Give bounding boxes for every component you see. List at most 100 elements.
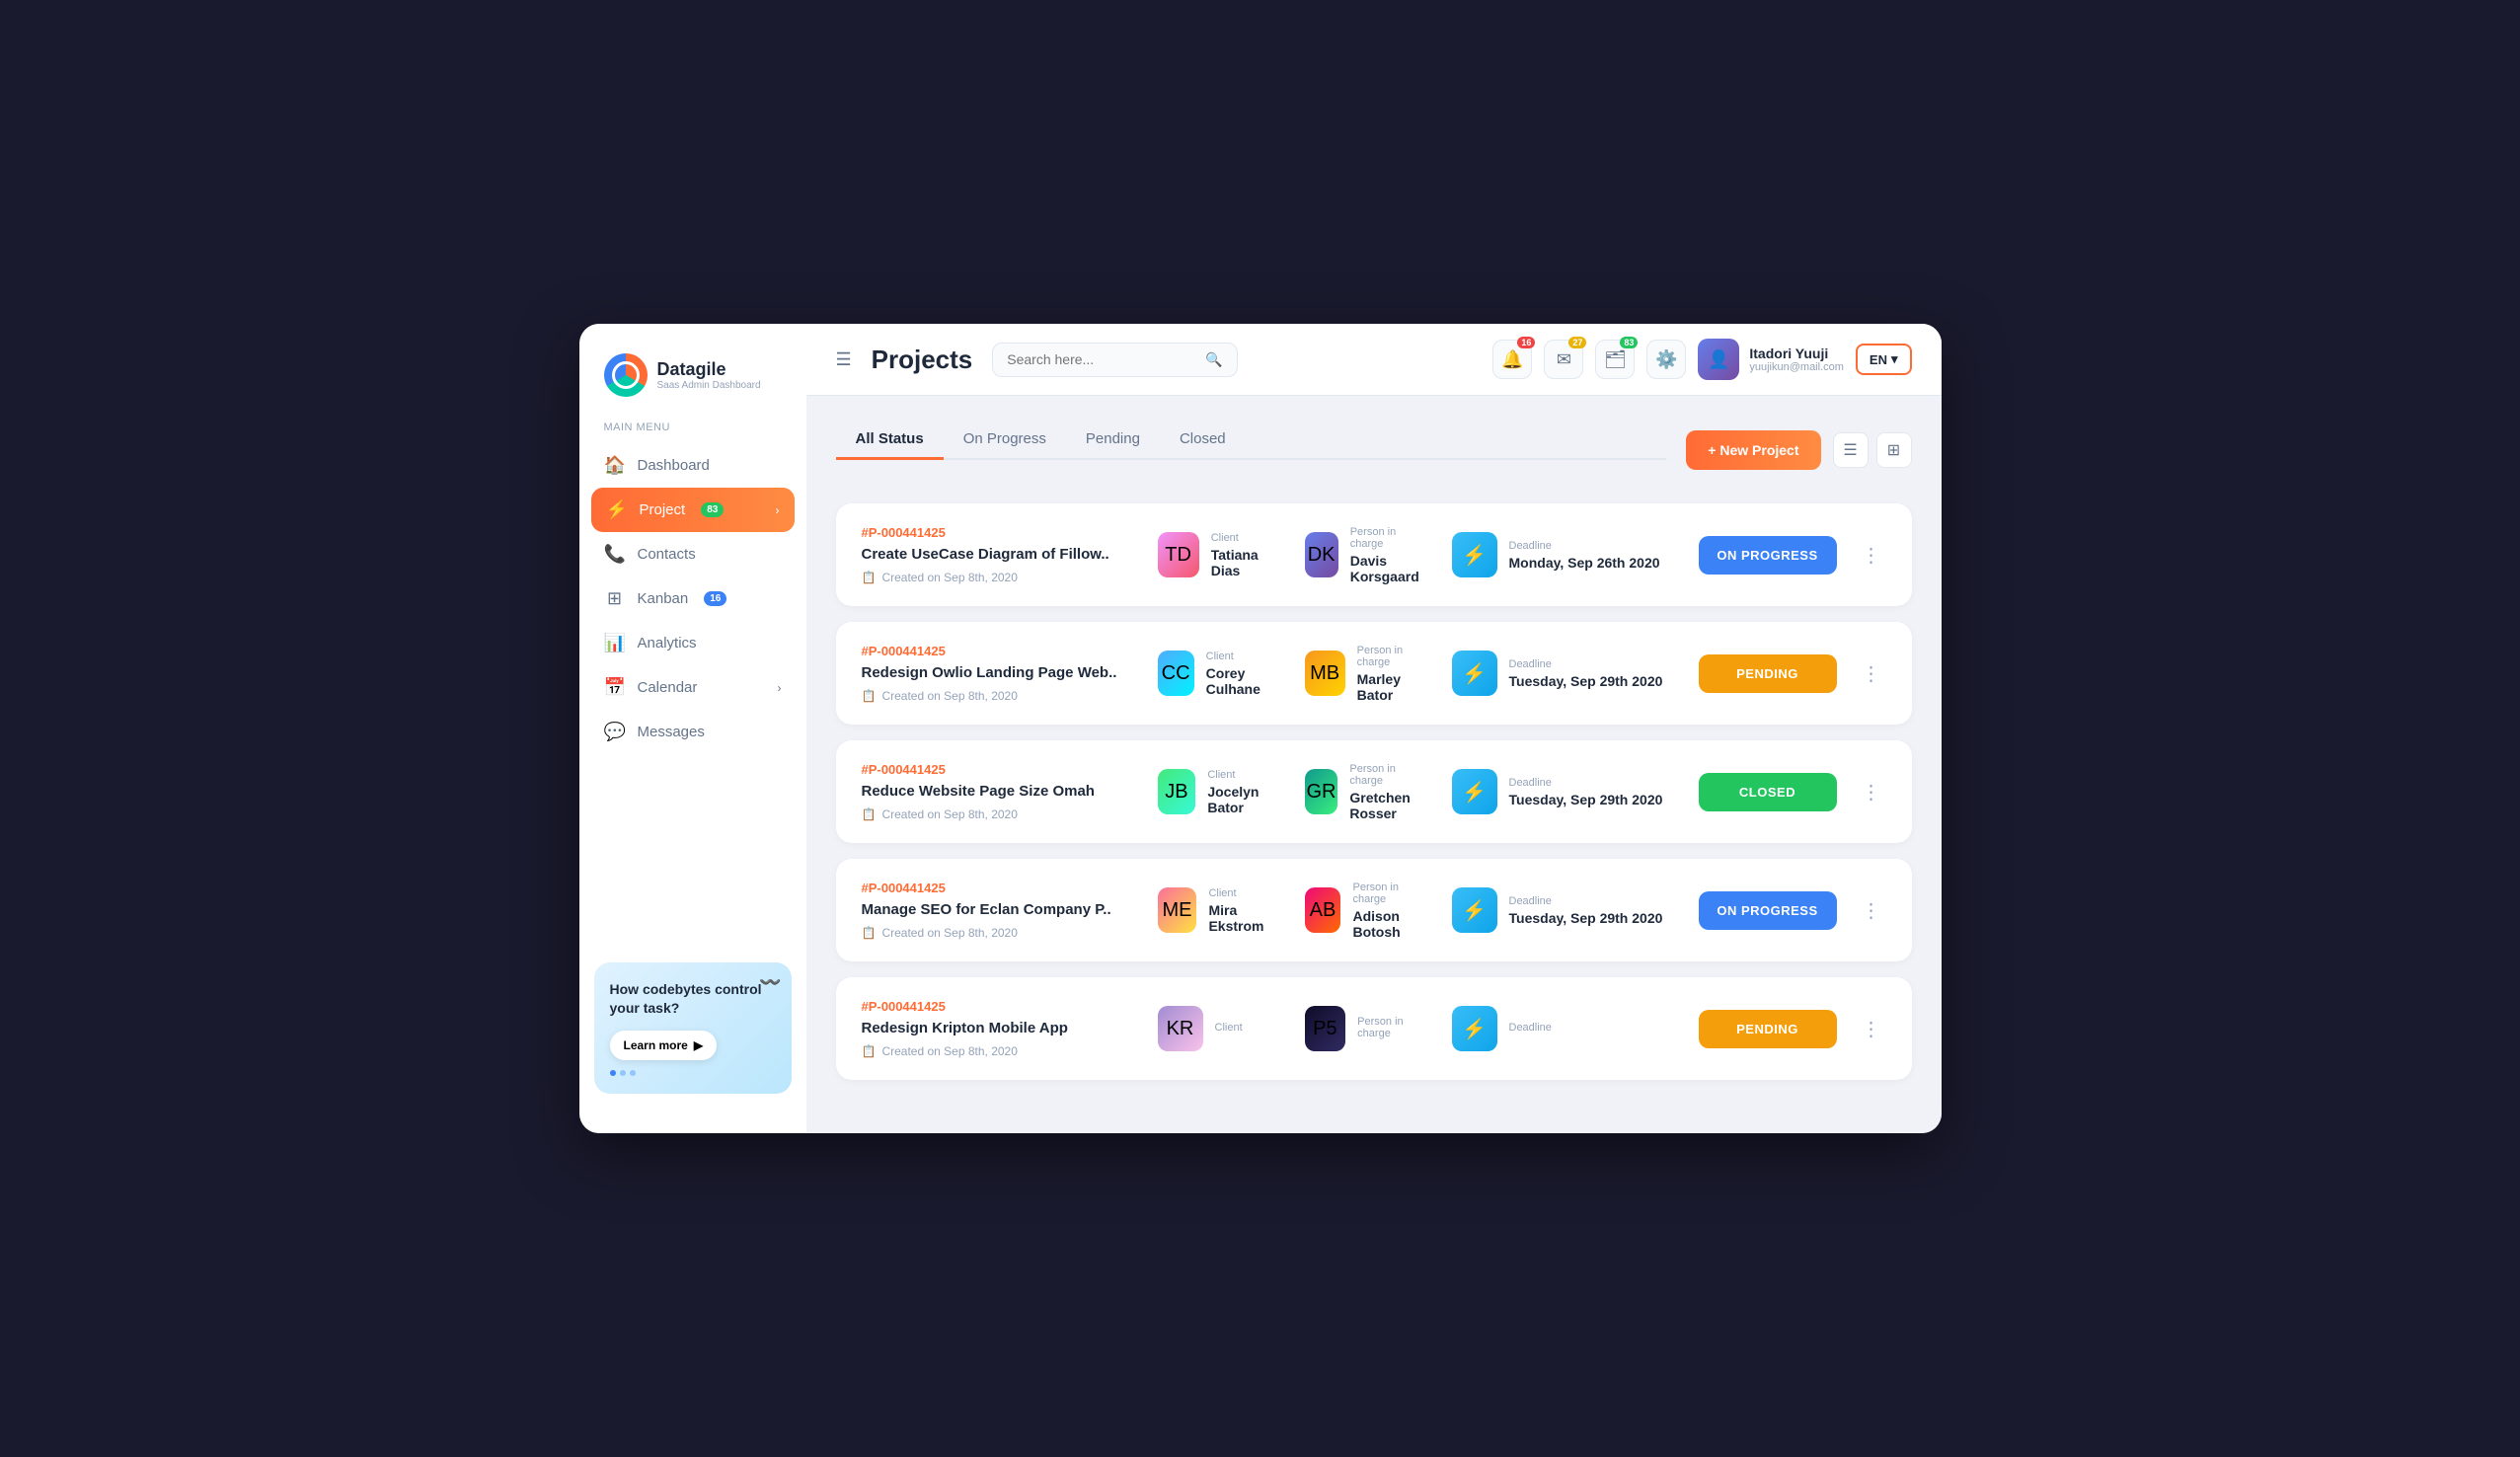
status-button[interactable]: ON PROGRESS bbox=[1699, 891, 1837, 930]
hamburger-icon[interactable]: ☰ bbox=[836, 349, 852, 370]
sidebar-item-kanban[interactable]: ⊞ Kanban 16 bbox=[579, 576, 806, 621]
sidebar-logo: Datagile Saas Admin Dashboard bbox=[579, 344, 806, 417]
sidebar-item-dashboard[interactable]: 🏠 Dashboard bbox=[579, 443, 806, 488]
sidebar-item-label: Calendar bbox=[638, 679, 698, 696]
client-section: KR Client bbox=[1158, 1006, 1285, 1051]
client-name: Corey Culhane bbox=[1206, 665, 1285, 697]
client-label: Client bbox=[1206, 651, 1285, 662]
calendar-icon: 📅 bbox=[604, 677, 626, 698]
learn-more-button[interactable]: Learn more ▶ bbox=[610, 1031, 718, 1060]
person-label: Person in charge bbox=[1349, 763, 1431, 787]
person-section: GR Person in charge Gretchen Rosser bbox=[1305, 763, 1432, 821]
deadline-details: Deadline Tuesday, Sep 29th 2020 bbox=[1509, 895, 1663, 926]
status-button[interactable]: CLOSED bbox=[1699, 773, 1837, 811]
sidebar-item-calendar[interactable]: 📅 Calendar › bbox=[579, 665, 806, 710]
more-options-button[interactable]: ⋮ bbox=[1857, 777, 1886, 806]
tab-closed[interactable]: Closed bbox=[1160, 421, 1246, 460]
bell-badge: 16 bbox=[1517, 337, 1535, 348]
chevron-right-icon: › bbox=[776, 503, 780, 517]
project-info: #P-000441425 Redesign Owlio Landing Page… bbox=[862, 644, 1138, 703]
project-card: #P-000441425 Create UseCase Diagram of F… bbox=[836, 503, 1912, 606]
person-name: Marley Bator bbox=[1357, 671, 1432, 703]
tab-pending[interactable]: Pending bbox=[1066, 421, 1160, 460]
user-name: Itadori Yuuji bbox=[1749, 345, 1844, 361]
client-details: Client Corey Culhane bbox=[1206, 651, 1285, 697]
user-info: 👤 Itadori Yuuji yuujikun@mail.com bbox=[1698, 339, 1844, 380]
deadline-details: Deadline bbox=[1509, 1022, 1552, 1036]
client-name: Mira Ekstrom bbox=[1208, 902, 1284, 934]
calendar-icon: 📋 bbox=[862, 689, 877, 703]
tab-on-progress[interactable]: On Progress bbox=[944, 421, 1066, 460]
more-options-button[interactable]: ⋮ bbox=[1857, 540, 1886, 570]
new-project-button[interactable]: + New Project bbox=[1686, 430, 1820, 470]
more-options-button[interactable]: ⋮ bbox=[1857, 1014, 1886, 1043]
client-details: Client Tatiana Dias bbox=[1211, 532, 1285, 578]
status-button[interactable]: PENDING bbox=[1699, 1010, 1837, 1048]
lightning-icon: ⚡ bbox=[1452, 887, 1497, 933]
project-card: #P-000441425 Redesign Kripton Mobile App… bbox=[836, 977, 1912, 1080]
promo-dots bbox=[610, 1070, 776, 1076]
calendar-icon: 📋 bbox=[862, 926, 877, 940]
settings-button[interactable]: ⚙️ bbox=[1646, 340, 1686, 379]
search-icon: 🔍 bbox=[1205, 351, 1222, 368]
person-avatar: P5 bbox=[1305, 1006, 1346, 1051]
status-button[interactable]: PENDING bbox=[1699, 654, 1837, 693]
status-button[interactable]: ON PROGRESS bbox=[1699, 536, 1837, 575]
notification-bell-button[interactable]: 🔔 16 bbox=[1492, 340, 1532, 379]
person-avatar: GR bbox=[1305, 769, 1338, 814]
person-label: Person in charge bbox=[1352, 882, 1431, 905]
project-created: 📋 Created on Sep 8th, 2020 bbox=[862, 807, 1138, 821]
project-card: #P-000441425 Redesign Owlio Landing Page… bbox=[836, 622, 1912, 725]
client-avatar: TD bbox=[1158, 532, 1199, 577]
person-label: Person in charge bbox=[1357, 1016, 1431, 1039]
person-name: Davis Korsgaard bbox=[1350, 553, 1432, 584]
more-options-button[interactable]: ⋮ bbox=[1857, 658, 1886, 688]
search-input[interactable] bbox=[1007, 351, 1197, 367]
deadline-section: ⚡ Deadline Tuesday, Sep 29th 2020 bbox=[1452, 887, 1679, 933]
content-area: All Status On Progress Pending Closed + … bbox=[806, 396, 1942, 1133]
grid-view-button[interactable]: ⊞ bbox=[1876, 432, 1912, 468]
client-label: Client bbox=[1215, 1022, 1243, 1034]
person-section: MB Person in charge Marley Bator bbox=[1305, 645, 1432, 703]
person-section: P5 Person in charge bbox=[1305, 1006, 1432, 1051]
person-label: Person in charge bbox=[1357, 645, 1432, 668]
logo-text: Datagile bbox=[657, 359, 761, 380]
project-list: #P-000441425 Create UseCase Diagram of F… bbox=[836, 503, 1912, 1080]
sidebar-item-project[interactable]: ⚡ Project 83 › bbox=[591, 488, 795, 532]
client-section: CC Client Corey Culhane bbox=[1158, 651, 1285, 697]
sidebar-item-contacts[interactable]: 📞 Contacts bbox=[579, 532, 806, 576]
deadline-date: Tuesday, Sep 29th 2020 bbox=[1509, 673, 1663, 689]
analytics-icon: 📊 bbox=[604, 633, 626, 653]
client-section: TD Client Tatiana Dias bbox=[1158, 532, 1285, 578]
deadline-label: Deadline bbox=[1509, 540, 1660, 552]
project-info: #P-000441425 Reduce Website Page Size Om… bbox=[862, 762, 1138, 821]
chevron-right-icon: › bbox=[778, 681, 782, 695]
client-avatar: CC bbox=[1158, 651, 1194, 696]
person-section: AB Person in charge Adison Botosh bbox=[1305, 882, 1432, 940]
client-label: Client bbox=[1207, 769, 1284, 781]
notification-mail-button[interactable]: ✉ 27 bbox=[1544, 340, 1583, 379]
main-content: ☰ Projects 🔍 🔔 16 ✉ 27 🗂 83 bbox=[806, 324, 1942, 1133]
client-label: Client bbox=[1211, 532, 1285, 544]
tabs-bar: All Status On Progress Pending Closed bbox=[836, 421, 1667, 460]
client-details: Client Jocelyn Bator bbox=[1207, 769, 1284, 815]
person-details: Person in charge Adison Botosh bbox=[1352, 882, 1431, 940]
waves-icon: 〰️ bbox=[759, 972, 781, 993]
tab-all-status[interactable]: All Status bbox=[836, 421, 944, 460]
lightning-icon: ⚡ bbox=[1452, 769, 1497, 814]
sidebar-item-messages[interactable]: 💬 Messages bbox=[579, 710, 806, 754]
person-details: Person in charge Marley Bator bbox=[1357, 645, 1432, 703]
sidebar-item-label: Analytics bbox=[638, 635, 697, 652]
person-label: Person in charge bbox=[1350, 526, 1432, 550]
more-options-button[interactable]: ⋮ bbox=[1857, 895, 1886, 925]
phone-icon: 📞 bbox=[604, 544, 626, 565]
list-view-button[interactable]: ☰ bbox=[1833, 432, 1869, 468]
notification-folder-button[interactable]: 🗂 83 bbox=[1595, 340, 1635, 379]
logo-inner bbox=[612, 361, 640, 389]
sidebar-item-analytics[interactable]: 📊 Analytics bbox=[579, 621, 806, 665]
client-avatar: KR bbox=[1158, 1006, 1203, 1051]
project-info: #P-000441425 Manage SEO for Eclan Compan… bbox=[862, 881, 1138, 940]
language-button[interactable]: EN ▾ bbox=[1856, 344, 1912, 375]
person-name: Adison Botosh bbox=[1352, 908, 1431, 940]
search-bar: 🔍 bbox=[992, 343, 1238, 377]
